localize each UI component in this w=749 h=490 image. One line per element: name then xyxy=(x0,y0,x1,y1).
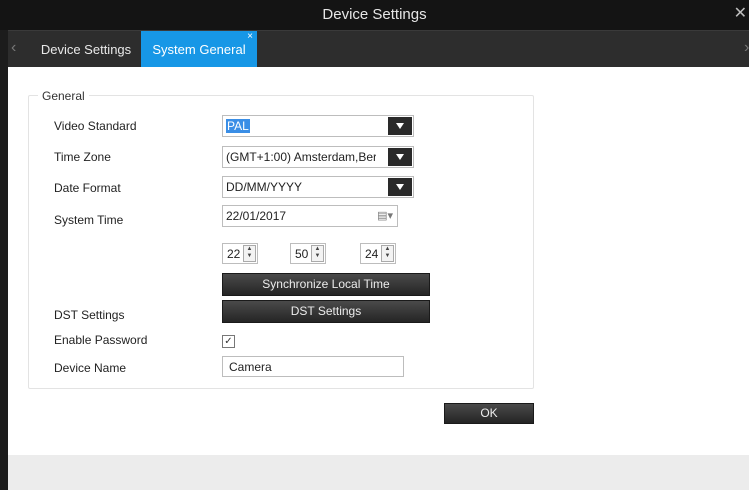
date-format-select[interactable]: DD/MM/YYYY xyxy=(222,176,414,198)
date-format-label: Date Format xyxy=(54,181,121,195)
tab-close-icon[interactable]: × xyxy=(247,18,253,56)
synchronize-local-time-button[interactable]: Synchronize Local Time xyxy=(222,273,430,296)
spinner-arrows-icon[interactable]: ▲ ▼ xyxy=(381,245,394,262)
time-zone-label: Time Zone xyxy=(54,150,111,164)
spinner-arrows-icon[interactable]: ▲ ▼ xyxy=(243,245,256,262)
date-format-value: DD/MM/YYYY xyxy=(226,180,303,194)
second-spinner[interactable]: 24 ▲ ▼ xyxy=(360,243,396,264)
settings-panel: General Video Standard PAL Time Zone (GM… xyxy=(8,67,749,455)
chevron-right-icon[interactable]: › xyxy=(744,39,749,57)
ok-button[interactable]: OK xyxy=(444,403,534,424)
spinner-arrows-icon[interactable]: ▲ ▼ xyxy=(311,245,324,262)
bottom-bar xyxy=(8,455,749,490)
tab-bar: ‹ Device Settings System General × › xyxy=(8,30,749,67)
video-standard-label: Video Standard xyxy=(54,119,137,133)
system-time-label: System Time xyxy=(54,213,124,227)
video-standard-value: PAL xyxy=(226,119,250,133)
hour-value: 22 xyxy=(227,247,241,261)
tab-label: System General xyxy=(152,42,246,57)
system-date-field[interactable]: 22/01/2017 ▤▾ xyxy=(222,205,398,227)
group-title: General xyxy=(38,89,89,103)
spinner-up-icon[interactable]: ▲ xyxy=(315,246,321,252)
dst-settings-label: DST Settings xyxy=(54,308,125,322)
enable-password-checkbox[interactable]: ✓ xyxy=(222,335,235,348)
tab-label: Device Settings xyxy=(40,42,132,57)
enable-password-label: Enable Password xyxy=(54,333,148,347)
close-icon[interactable]: ✕ xyxy=(734,5,747,23)
device-name-input[interactable]: Camera xyxy=(222,356,404,377)
time-zone-value: (GMT+1:00) Amsterdam,Berlin,R xyxy=(226,150,376,164)
spinner-up-icon[interactable]: ▲ xyxy=(385,246,391,252)
device-name-label: Device Name xyxy=(54,361,127,375)
minute-spinner[interactable]: 50 ▲ ▼ xyxy=(290,243,326,264)
chevron-left-icon[interactable]: ‹ xyxy=(11,39,16,57)
second-value: 24 xyxy=(365,247,379,261)
spinner-up-icon[interactable]: ▲ xyxy=(247,246,253,252)
tab-system-general[interactable]: System General × xyxy=(141,31,257,67)
time-zone-select[interactable]: (GMT+1:00) Amsterdam,Berlin,R xyxy=(222,146,414,168)
window-title: Device Settings xyxy=(322,6,427,23)
title-bar: Device Settings ✕ xyxy=(0,0,749,30)
calendar-icon[interactable]: ▤▾ xyxy=(377,209,393,222)
dropdown-arrow-icon[interactable] xyxy=(388,178,412,196)
video-standard-select[interactable]: PAL xyxy=(222,115,414,137)
dropdown-arrow-icon[interactable] xyxy=(388,148,412,166)
hour-spinner[interactable]: 22 ▲ ▼ xyxy=(222,243,258,264)
system-date-value: 22/01/2017 xyxy=(226,209,287,223)
dst-settings-button[interactable]: DST Settings xyxy=(222,300,430,323)
spinner-down-icon[interactable]: ▼ xyxy=(315,253,321,259)
dropdown-arrow-icon[interactable] xyxy=(388,117,412,135)
device-name-value: Camera xyxy=(229,360,272,374)
tab-device-settings[interactable]: Device Settings xyxy=(30,31,142,67)
minute-value: 50 xyxy=(295,247,309,261)
spinner-down-icon[interactable]: ▼ xyxy=(385,253,391,259)
spinner-down-icon[interactable]: ▼ xyxy=(247,253,253,259)
